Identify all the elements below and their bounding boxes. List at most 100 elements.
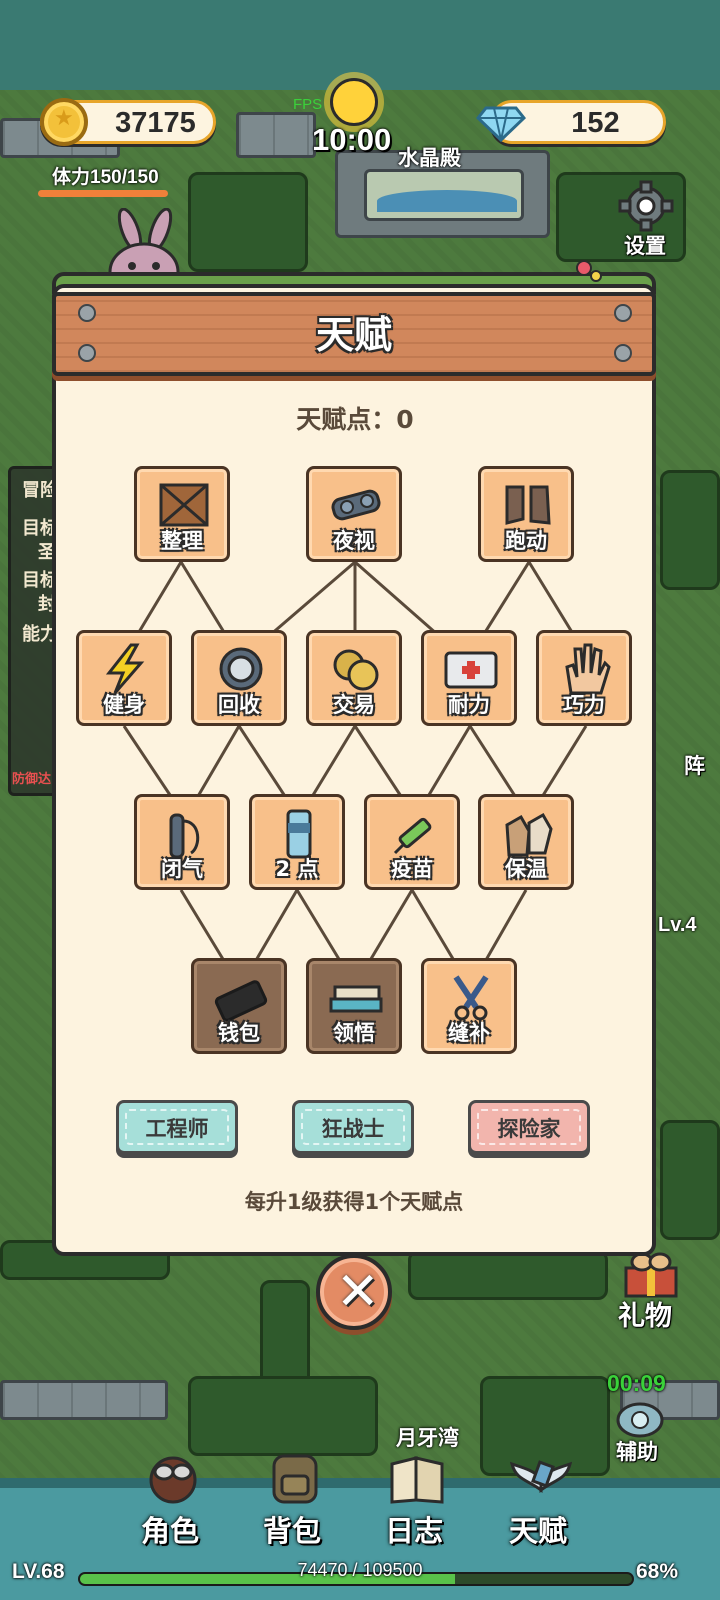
dialog-title: 天赋 (315, 313, 392, 357)
fps-counter: FPS (293, 96, 323, 113)
talent-night-vision[interactable]: 夜视 (306, 466, 402, 562)
explorer-class-button[interactable]: 探险家 (468, 1100, 590, 1154)
talent-organize[interactable]: 整理 (134, 466, 230, 562)
nav-backpack[interactable]: 背包 (242, 1450, 342, 1550)
nav-talent[interactable]: 天赋 (488, 1450, 588, 1550)
talent-label: 领悟 (333, 1021, 375, 1045)
talent-label: 交易 (333, 693, 375, 717)
assist-label[interactable]: 辅助 (616, 1436, 658, 1466)
nav-label: 日志 (384, 1514, 443, 1548)
crate-icon (159, 483, 209, 527)
talent-wallet[interactable]: 钱包 (191, 958, 287, 1054)
talent-label: 闭气 (161, 857, 203, 881)
talent-label: 夜视 (333, 529, 375, 553)
talent-hold-breath[interactable]: 闭气 (134, 794, 230, 890)
hedge (660, 1120, 720, 1240)
xp-text: 74470 / 109500 (297, 1560, 423, 1580)
close-button[interactable]: ✕ (316, 1254, 392, 1330)
talent-label: 疫苗 (391, 857, 433, 881)
talent-insight[interactable]: 领悟 (306, 958, 402, 1054)
talent-label: 2 点 (275, 857, 319, 881)
assist-timer: 00:09 (607, 1370, 666, 1396)
nav-label: 角色 (140, 1514, 199, 1548)
partial-label: 阵 (684, 754, 705, 778)
engineer-class-button[interactable]: 工程师 (116, 1100, 238, 1154)
talent-label: 健身 (103, 693, 145, 717)
talent-insulation[interactable]: 保温 (478, 794, 574, 890)
berserker-class-button[interactable]: 狂战士 (292, 1100, 414, 1154)
sky-background (0, 0, 720, 90)
quest-text: 防御达 (12, 772, 52, 787)
settings-gear-icon[interactable] (616, 180, 676, 232)
wallet-icon (214, 980, 268, 1022)
talent-footer-note: 每升1级获得1个天赋点 (244, 1190, 464, 1214)
talent-trade[interactable]: 交易 (306, 630, 402, 726)
settings-label[interactable]: 设置 (624, 230, 666, 260)
gloves-icon (505, 812, 553, 857)
nav-journal[interactable]: 日志 (364, 1450, 464, 1550)
hedge (408, 1250, 608, 1300)
talent-endurance[interactable]: 耐力 (421, 630, 517, 726)
talent-label: 缝补 (448, 1021, 490, 1045)
partial-level-label: Lv.4 (658, 914, 697, 936)
books-icon (329, 985, 383, 1013)
flower-icon (576, 260, 602, 282)
goggles-icon (331, 489, 381, 521)
close-icon: ✕ (336, 1262, 380, 1322)
talent-mend[interactable]: 缝补 (421, 958, 517, 1054)
nav-label: 背包 (262, 1514, 321, 1548)
talent-label: 巧力 (563, 693, 605, 717)
talent-label: 耐力 (448, 693, 490, 717)
oxygen-tank-icon (169, 813, 200, 859)
hand-icon (565, 643, 611, 695)
sun-icon (330, 78, 378, 126)
assist-robot-icon[interactable] (614, 1398, 666, 1440)
gift-icon[interactable] (620, 1250, 682, 1298)
gem-value: 152 (571, 107, 620, 139)
talent-label: 钱包 (218, 1021, 260, 1045)
gift-label[interactable]: 礼物 (618, 1294, 672, 1333)
talent-points-label: 天赋点：0 (296, 405, 414, 434)
scissors-icon (453, 975, 489, 1021)
hedge (660, 470, 720, 590)
talent-label: 整理 (161, 529, 203, 553)
talent-fitness[interactable]: 健身 (76, 630, 172, 726)
gear-icon (219, 647, 263, 691)
hedge (188, 1376, 378, 1456)
syringe-icon (393, 817, 432, 855)
stamina-bar (38, 190, 168, 197)
stone-wall (0, 1380, 168, 1420)
journal-icon (390, 1456, 444, 1504)
hedge (188, 172, 308, 272)
game-clock: 10:00 (312, 122, 392, 157)
location-label: 水晶殿 (398, 146, 461, 170)
stamina-fill (38, 190, 168, 197)
lightning-icon (105, 643, 145, 694)
talent-label: 回收 (218, 693, 260, 717)
talent-run[interactable]: 跑动 (478, 466, 574, 562)
talent-2-points[interactable]: 2 点 (249, 794, 345, 890)
class-button-label: 探险家 (497, 1117, 561, 1141)
nav-label: 天赋 (508, 1514, 567, 1548)
area-name-label: 月牙湾 (396, 1426, 459, 1450)
talent-recycle[interactable]: 回收 (191, 630, 287, 726)
boots-icon (505, 485, 551, 525)
coins-icon (333, 649, 379, 691)
backpack-icon (272, 1454, 318, 1504)
medkit-icon (444, 651, 498, 689)
nav-character[interactable]: 角色 (120, 1450, 220, 1550)
player-level: LV.68 (12, 1560, 65, 1583)
talent-label: 跑动 (505, 529, 547, 553)
character-icon (149, 1456, 197, 1504)
coin-value: 37175 (115, 107, 196, 139)
coin-icon (40, 98, 88, 146)
class-button-label: 工程师 (145, 1117, 209, 1141)
stone-wall (236, 112, 316, 158)
talent-dexterity[interactable]: 巧力 (536, 630, 632, 726)
class-button-label: 狂战士 (321, 1117, 385, 1141)
bottle-icon (286, 809, 312, 859)
stamina-label: 体力150/150 (52, 167, 159, 188)
xp-percent: 68% (636, 1560, 679, 1583)
talent-vaccine[interactable]: 疫苗 (364, 794, 460, 890)
talent-wings-icon (510, 1460, 572, 1494)
